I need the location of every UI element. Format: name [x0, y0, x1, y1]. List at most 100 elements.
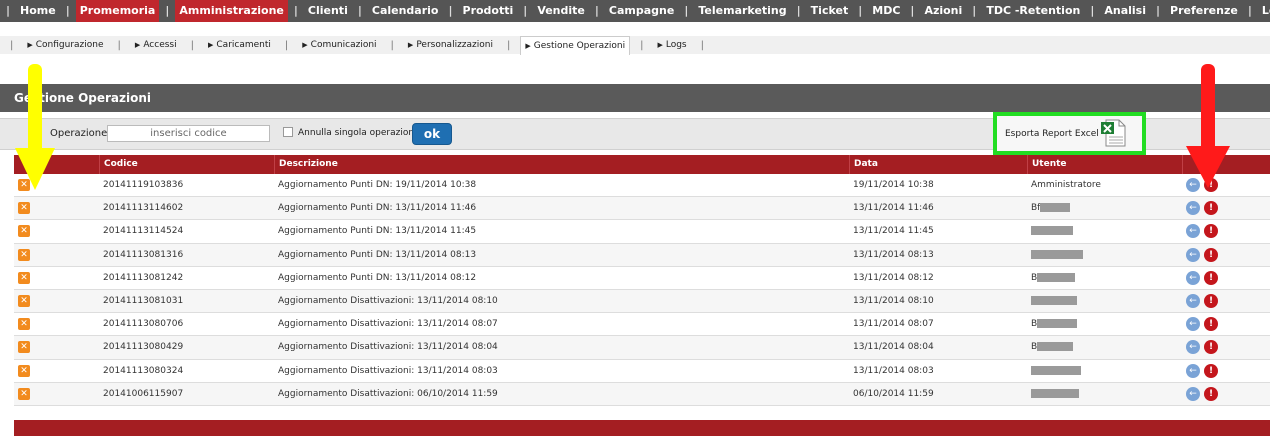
subnav-item-comunicazioni[interactable]: ▶ Comunicazioni — [298, 36, 380, 54]
header-data[interactable]: Data — [849, 155, 1027, 174]
cell-utente — [1027, 244, 1182, 266]
nav-item-home[interactable]: Home — [16, 0, 60, 22]
nav-item-mdc[interactable]: MDC — [868, 0, 904, 22]
cell-data: 13/11/2014 11:46 — [853, 203, 934, 214]
cancel-single-checkbox[interactable] — [283, 127, 293, 137]
nav-item-prodotti[interactable]: Prodotti — [459, 0, 518, 22]
close-icon[interactable]: ✕ — [18, 387, 30, 400]
header-descrizione[interactable]: Descrizione — [274, 155, 849, 174]
red-annotation-arrow — [1186, 64, 1230, 188]
subnav-item-logs[interactable]: ▶ Logs — [653, 36, 690, 54]
back-arrow-icon[interactable]: ← — [1186, 363, 1200, 378]
back-arrow-icon[interactable]: ← — [1186, 247, 1200, 262]
nav-separator: | — [523, 4, 528, 17]
close-icon[interactable]: ✕ — [18, 341, 30, 354]
operation-code-input[interactable] — [107, 125, 270, 142]
subnav-separator: | — [10, 39, 14, 51]
cell-descrizione: Aggiornamento Punti DN: 13/11/2014 11:45 — [278, 226, 477, 237]
cell-utente: Bf — [1027, 197, 1182, 219]
exclamation-icon[interactable]: ! — [1204, 247, 1218, 262]
back-arrow-icon[interactable]: ← — [1186, 224, 1200, 239]
nav-item-amministrazione[interactable]: Amministrazione — [175, 0, 288, 22]
close-icon[interactable]: ✕ — [18, 202, 30, 215]
close-icon[interactable]: ✕ — [18, 248, 30, 261]
nav-item-logout[interactable]: Logout — [1258, 0, 1270, 22]
close-icon[interactable]: ✕ — [18, 364, 30, 377]
table-row: ✕ 20141113080429 Aggiornamento Disattivazi… — [14, 336, 1270, 360]
exclamation-icon[interactable]: ! — [1204, 386, 1218, 401]
row-action-cell: ✕ — [14, 220, 99, 242]
ok-button[interactable]: ok — [412, 123, 452, 145]
redacted-block — [1037, 342, 1074, 352]
close-icon[interactable]: ✕ — [18, 318, 30, 331]
cell-data: 13/11/2014 08:12 — [853, 272, 934, 283]
nav-separator: | — [357, 4, 362, 17]
nav-separator: | — [293, 4, 298, 17]
nav-item-telemarketing[interactable]: Telemarketing — [694, 0, 790, 22]
nav-separator: | — [910, 4, 915, 17]
nav-item-tdc-retention[interactable]: TDC -Retention — [982, 0, 1084, 22]
export-excel-button[interactable]: Esporta Report Excel — [993, 112, 1146, 155]
cell-utente: B — [1027, 313, 1182, 335]
exclamation-icon[interactable]: ! — [1204, 363, 1218, 378]
exclamation-icon[interactable]: ! — [1204, 270, 1218, 285]
cell-codice: 20141006115907 — [103, 388, 184, 399]
triangle-right-icon: ▶ — [134, 41, 141, 49]
redacted-block — [1037, 272, 1076, 282]
back-arrow-icon[interactable]: ← — [1186, 340, 1200, 355]
row-action-cell: ✕ — [14, 197, 99, 219]
nav-item-analisi[interactable]: Analisi — [1100, 0, 1150, 22]
back-arrow-icon[interactable]: ← — [1186, 386, 1200, 401]
subnav-item-gestione-operazioni[interactable]: ▶ Gestione Operazioni — [520, 35, 631, 55]
cell-codice: 20141119103836 — [103, 180, 184, 190]
cell-descrizione: Aggiornamento Disattivazioni: 06/10/2014… — [278, 388, 498, 399]
cancel-single-label: Annulla singola operazione — [298, 128, 420, 138]
nav-item-ticket[interactable]: Ticket — [807, 0, 853, 22]
subnav-separator: | — [640, 39, 644, 51]
subnav-item-caricamenti[interactable]: ▶ Caricamenti — [204, 36, 275, 54]
close-icon[interactable]: ✕ — [18, 271, 30, 284]
nav-item-azioni[interactable]: Azioni — [920, 0, 966, 22]
row-action-cell: ✕ — [14, 290, 99, 312]
row-tools-cell: ←! — [1182, 244, 1270, 266]
exclamation-icon[interactable]: ! — [1204, 293, 1218, 308]
subnav-item-personalizzazioni[interactable]: ▶ Personalizzazioni — [404, 36, 497, 54]
exclamation-icon[interactable]: ! — [1204, 201, 1218, 216]
row-tools-cell: ←! — [1182, 383, 1270, 405]
subnav-item-configurazione[interactable]: ▶ Configurazione — [23, 36, 107, 54]
exclamation-icon[interactable]: ! — [1204, 340, 1218, 355]
back-arrow-icon[interactable]: ← — [1186, 293, 1200, 308]
nav-item-clienti[interactable]: Clienti — [304, 0, 352, 22]
subnav-item-label: Caricamenti — [216, 40, 271, 50]
back-arrow-icon[interactable]: ← — [1186, 201, 1200, 216]
nav-item-promemoria[interactable]: Promemoria — [75, 0, 160, 22]
header-codice[interactable]: Codice — [99, 155, 274, 174]
close-icon[interactable]: ✕ — [18, 225, 30, 238]
table-footer — [14, 420, 1270, 436]
cell-utente — [1027, 360, 1182, 382]
exclamation-icon[interactable]: ! — [1204, 224, 1218, 239]
back-arrow-icon[interactable]: ← — [1186, 270, 1200, 285]
subnav-item-label: Personalizzazioni — [416, 40, 493, 50]
nav-item-calendario[interactable]: Calendario — [368, 0, 443, 22]
exclamation-icon[interactable]: ! — [1204, 317, 1218, 332]
header-utente[interactable]: Utente — [1027, 155, 1182, 174]
nav-item-campagne[interactable]: Campagne — [605, 0, 678, 22]
cell-codice: 20141113080706 — [103, 319, 184, 330]
row-action-cell: ✕ — [14, 267, 99, 289]
close-icon[interactable]: ✕ — [18, 294, 30, 307]
nav-separator: | — [684, 4, 689, 17]
back-arrow-icon[interactable]: ← — [1186, 317, 1200, 332]
redacted-block — [1031, 365, 1081, 375]
row-tools-cell: ←! — [1182, 290, 1270, 312]
nav-item-vendite[interactable]: Vendite — [533, 0, 589, 22]
nav-item-preferenze[interactable]: Preferenze — [1166, 0, 1242, 22]
cell-codice: 20141113080429 — [103, 342, 184, 353]
subnav-separator: | — [190, 39, 194, 51]
cell-data: 13/11/2014 08:04 — [853, 342, 934, 353]
table-row: ✕ 20141113114602 Aggiornamento Punti DN: 1… — [14, 197, 1270, 221]
subnav-separator: | — [390, 39, 394, 51]
page-title: Gestione Operazioni — [0, 84, 1270, 112]
cell-utente: B — [1027, 336, 1182, 358]
subnav-item-accessi[interactable]: ▶ Accessi — [131, 36, 181, 54]
